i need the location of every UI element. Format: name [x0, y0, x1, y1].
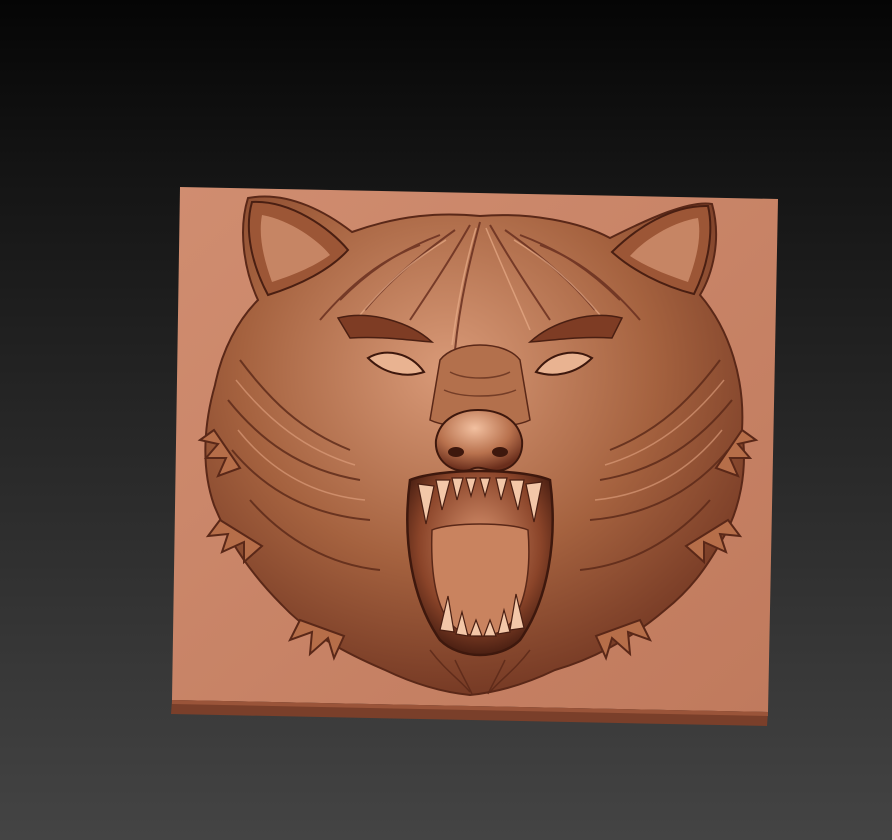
3d-viewport[interactable] — [0, 0, 892, 840]
nose — [434, 408, 524, 472]
relief-render — [171, 187, 778, 726]
